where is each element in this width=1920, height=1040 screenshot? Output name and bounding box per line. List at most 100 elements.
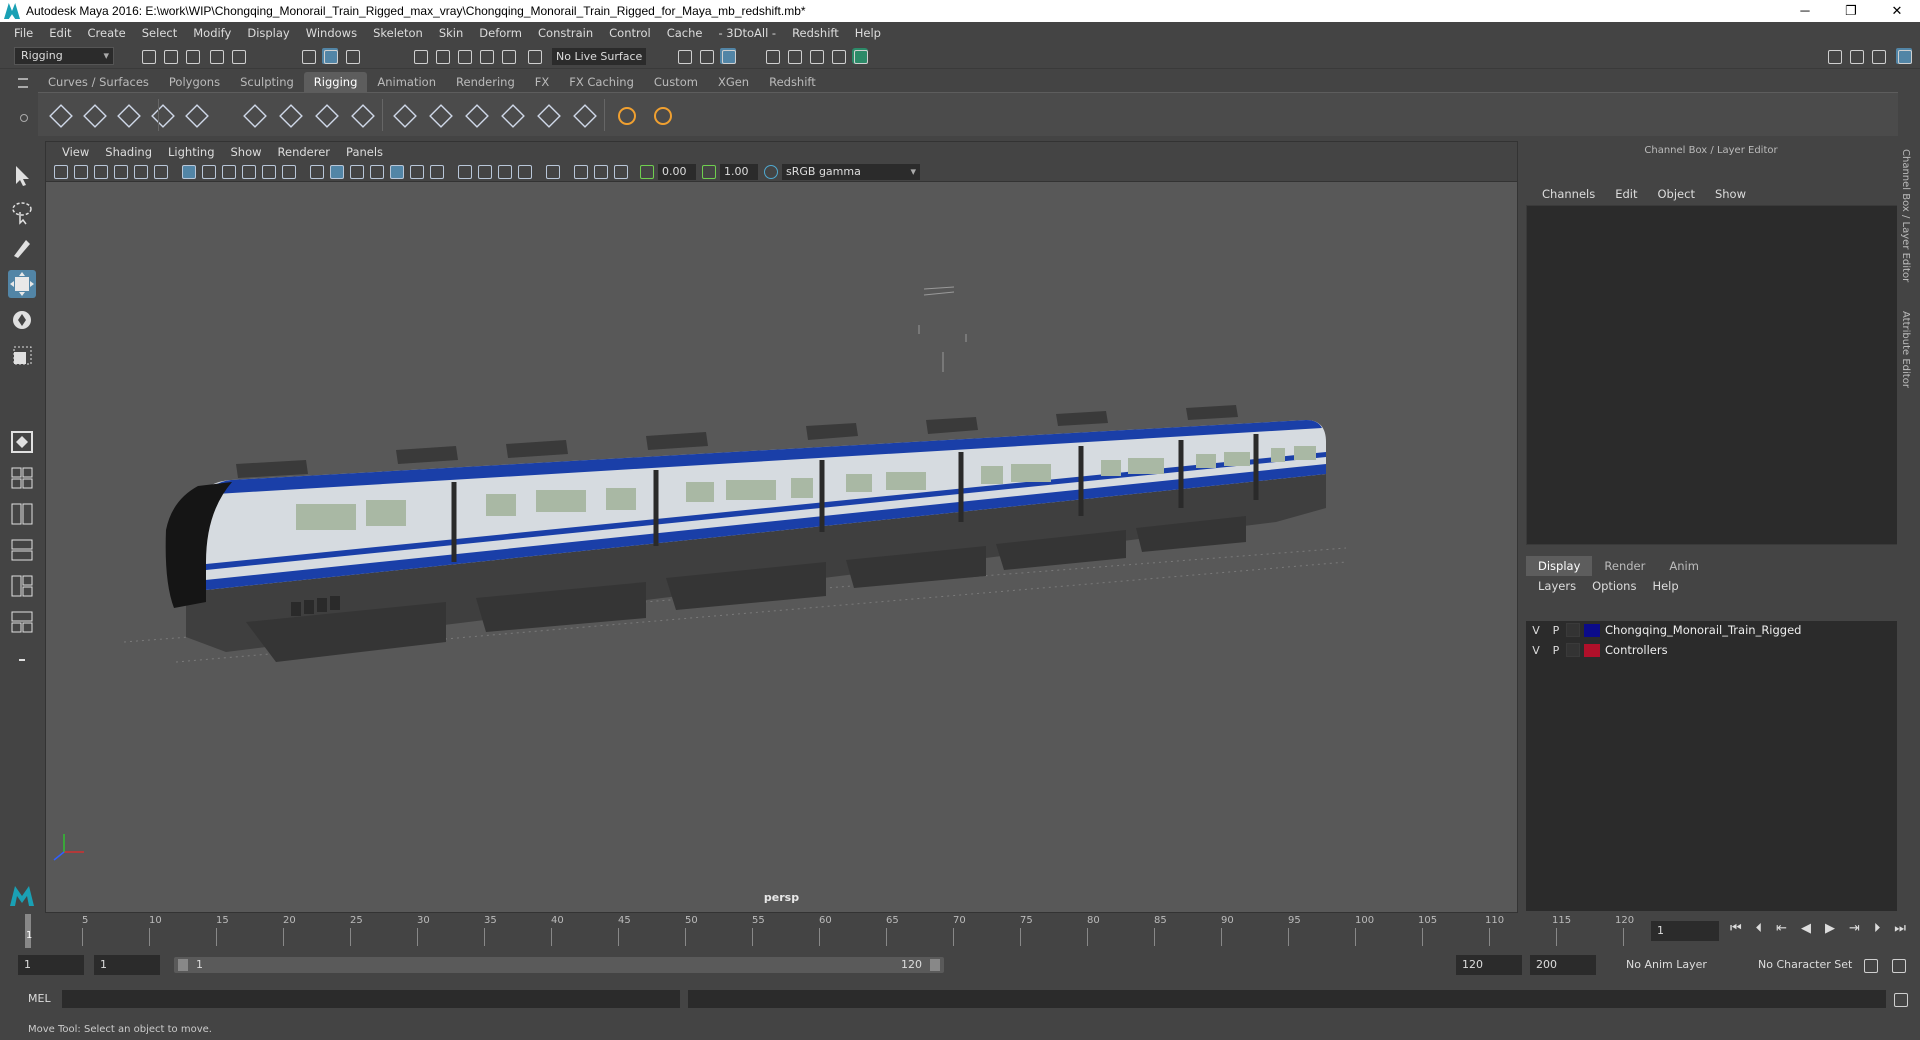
menu-help[interactable]: Help bbox=[847, 26, 889, 40]
xray-active-icon[interactable] bbox=[594, 165, 608, 179]
scale-constraint-icon[interactable] bbox=[496, 99, 526, 129]
layer-name[interactable]: Chongqing_Monorail_Train_Rigged bbox=[1605, 623, 1801, 637]
bind-skin-icon[interactable] bbox=[238, 99, 268, 129]
side-tab-attribute-editor[interactable]: Attribute Editor bbox=[1900, 311, 1911, 388]
time-slider[interactable]: 1 5 10 15 20 25 30 35 40 45 50 55 60 65 … bbox=[25, 914, 1643, 948]
image-plane-icon[interactable] bbox=[114, 165, 128, 179]
layer-row[interactable]: V P Controllers bbox=[1526, 641, 1898, 659]
output-ops-icon[interactable] bbox=[698, 48, 714, 64]
orient-constraint-icon[interactable] bbox=[460, 99, 490, 129]
viewport-panel[interactable]: View Shading Lighting Show Renderer Pane… bbox=[45, 141, 1518, 913]
minimize-button[interactable]: ─ bbox=[1782, 0, 1828, 22]
use-lights-icon[interactable] bbox=[410, 165, 424, 179]
snap-grid-icon[interactable] bbox=[412, 48, 428, 64]
menu-skin[interactable]: Skin bbox=[431, 26, 471, 40]
create-joints-icon[interactable] bbox=[44, 99, 74, 129]
maya-home-icon[interactable] bbox=[8, 880, 36, 908]
pole-vector-icon[interactable] bbox=[568, 99, 598, 129]
step-forward-icon[interactable]: ⏵ bbox=[1874, 921, 1881, 941]
layer-menu-options[interactable]: Options bbox=[1584, 576, 1644, 596]
render-settings-icon[interactable] bbox=[808, 48, 824, 64]
layer-name[interactable]: Controllers bbox=[1605, 643, 1668, 657]
gamma-field[interactable]: 1.00 bbox=[720, 164, 758, 180]
playback-end-field[interactable]: 120 bbox=[1456, 955, 1522, 975]
snap-view-plane-icon[interactable] bbox=[478, 48, 494, 64]
shelf-menu-icon[interactable] bbox=[18, 78, 28, 88]
panel-menu-lighting[interactable]: Lighting bbox=[160, 145, 222, 159]
redo-icon[interactable] bbox=[230, 48, 246, 64]
layer-color-swatch[interactable] bbox=[1584, 623, 1600, 637]
menu-cache[interactable]: Cache bbox=[659, 26, 711, 40]
close-button[interactable]: ✕ bbox=[1874, 0, 1920, 22]
layer-visibility-toggle[interactable]: V bbox=[1526, 644, 1546, 657]
channel-menu-show[interactable]: Show bbox=[1705, 185, 1756, 203]
select-object-icon[interactable] bbox=[322, 48, 338, 64]
single-pane-layout-icon[interactable] bbox=[8, 428, 36, 456]
wireframe-on-shaded-icon[interactable] bbox=[350, 165, 364, 179]
screen-space-ao-icon[interactable] bbox=[458, 165, 472, 179]
hypershade-icon[interactable] bbox=[830, 48, 846, 64]
view-transform-select[interactable]: sRGB gamma bbox=[782, 164, 920, 180]
exposure-field[interactable]: 0.00 bbox=[658, 164, 696, 180]
menu-edit[interactable]: Edit bbox=[41, 26, 79, 40]
menu-create[interactable]: Create bbox=[80, 26, 134, 40]
layer-playback-toggle[interactable]: P bbox=[1546, 624, 1566, 637]
play-forwards-icon[interactable]: ▶ bbox=[1825, 921, 1835, 941]
panel-menu-renderer[interactable]: Renderer bbox=[270, 145, 339, 159]
shadows-icon[interactable] bbox=[430, 165, 444, 179]
exposure-icon[interactable] bbox=[614, 165, 628, 179]
menu-constrain[interactable]: Constrain bbox=[530, 26, 601, 40]
playback-start-field[interactable]: 1 bbox=[94, 955, 160, 975]
layer-tab-anim[interactable]: Anim bbox=[1657, 556, 1711, 576]
animation-end-field[interactable]: 200 bbox=[1530, 955, 1596, 975]
undo-icon[interactable] bbox=[208, 48, 224, 64]
rotate-tool-icon[interactable] bbox=[8, 306, 36, 334]
construction-history-icon[interactable] bbox=[720, 48, 736, 64]
select-component-icon[interactable] bbox=[344, 48, 360, 64]
channel-menu-edit[interactable]: Edit bbox=[1605, 185, 1647, 203]
character-set-select[interactable]: No Character Set bbox=[1752, 955, 1864, 975]
layer-playback-toggle[interactable]: P bbox=[1546, 644, 1566, 657]
four-pane-layout-icon[interactable] bbox=[8, 464, 36, 492]
aim-constraint-icon[interactable] bbox=[424, 99, 454, 129]
locator-icon[interactable] bbox=[610, 99, 640, 129]
mirror-joint-icon[interactable] bbox=[112, 99, 142, 129]
channel-list-area[interactable] bbox=[1526, 205, 1898, 545]
animation-preferences-icon[interactable] bbox=[1890, 957, 1906, 973]
snap-point-icon[interactable] bbox=[456, 48, 472, 64]
shelf-tab-fx-caching[interactable]: FX Caching bbox=[559, 72, 644, 92]
isolate-select-icon[interactable] bbox=[546, 165, 560, 179]
shelf-tab-sculpting[interactable]: Sculpting bbox=[230, 72, 304, 92]
menu-skeleton[interactable]: Skeleton bbox=[365, 26, 431, 40]
shelf-settings-icon[interactable] bbox=[20, 114, 28, 122]
command-input[interactable] bbox=[62, 990, 680, 1008]
panel-menu-shading[interactable]: Shading bbox=[97, 145, 160, 159]
current-frame-field[interactable]: 1 bbox=[1651, 921, 1719, 941]
redshift-render-icon[interactable] bbox=[852, 48, 868, 64]
layer-display-type-toggle[interactable] bbox=[1566, 623, 1580, 637]
play-backwards-icon[interactable]: ◀ bbox=[1801, 921, 1811, 941]
menu-modify[interactable]: Modify bbox=[185, 26, 239, 40]
human-ik-icon[interactable] bbox=[646, 99, 676, 129]
snap-live-icon[interactable] bbox=[500, 48, 516, 64]
depth-of-field-icon[interactable] bbox=[518, 165, 532, 179]
select-camera-icon[interactable] bbox=[54, 165, 68, 179]
shelf-tab-rigging[interactable]: Rigging bbox=[303, 72, 368, 92]
step-back-icon[interactable]: ⏴ bbox=[1756, 921, 1763, 941]
parent-constraint-icon[interactable] bbox=[532, 99, 562, 129]
ik-handle-icon[interactable] bbox=[180, 99, 210, 129]
menu-redshift[interactable]: Redshift bbox=[784, 26, 847, 40]
cluster-icon[interactable] bbox=[346, 99, 376, 129]
bookmark-icon[interactable] bbox=[94, 165, 108, 179]
xray-joints-icon[interactable] bbox=[574, 165, 588, 179]
orient-joint-icon[interactable] bbox=[146, 99, 176, 129]
modeling-toolkit-icon[interactable] bbox=[1826, 48, 1842, 64]
camera-attributes-icon[interactable] bbox=[74, 165, 88, 179]
select-tool-icon[interactable] bbox=[8, 162, 36, 190]
shelf-tab-xgen[interactable]: XGen bbox=[708, 72, 759, 92]
textured-icon[interactable] bbox=[390, 165, 404, 179]
snap-curve-icon[interactable] bbox=[434, 48, 450, 64]
resolution-gate-icon[interactable] bbox=[222, 165, 236, 179]
open-scene-icon[interactable] bbox=[162, 48, 178, 64]
shelf-tab-custom[interactable]: Custom bbox=[644, 72, 708, 92]
